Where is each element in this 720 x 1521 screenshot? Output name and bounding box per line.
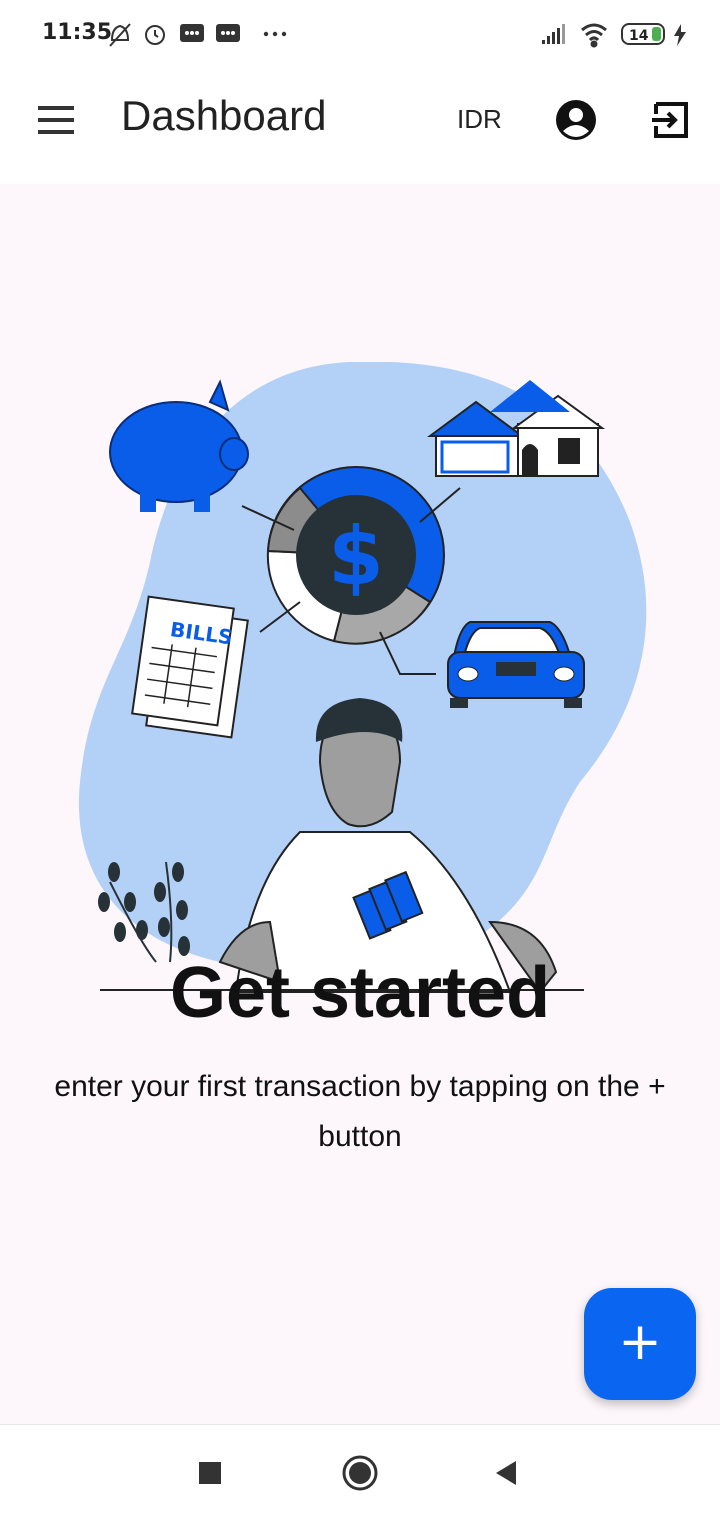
status-icons-left — [109, 23, 287, 47]
status-icons-right: 14 — [542, 20, 692, 50]
home-icon — [342, 1455, 378, 1491]
svg-text:$: $ — [328, 510, 384, 603]
message-icon — [180, 24, 204, 42]
message-icon — [216, 24, 240, 42]
system-nav-bar — [0, 1424, 720, 1521]
empty-state-subtext: enter your first transaction by tapping … — [54, 1070, 666, 1153]
signal-icon — [542, 24, 565, 44]
main-content: $ BILLS Get started enter your first tra… — [0, 184, 720, 1424]
back-button[interactable] — [482, 1449, 530, 1497]
alarm-icon — [145, 25, 165, 45]
account-circle-icon — [556, 100, 596, 140]
hamburger-menu-icon — [38, 106, 74, 134]
recent-apps-button[interactable] — [186, 1449, 234, 1497]
add-transaction-button[interactable]: + — [584, 1288, 696, 1400]
charging-icon — [674, 24, 686, 46]
menu-button[interactable] — [28, 92, 84, 148]
add-icon: + — [618, 1312, 662, 1372]
empty-state-illustration: $ BILLS — [78, 362, 647, 994]
bills-icon: BILLS — [131, 595, 249, 739]
battery-level: 14 — [629, 28, 649, 44]
page-title: Dashboard — [121, 92, 327, 139]
logout-button[interactable] — [648, 94, 696, 146]
app-bar: Dashboard IDR — [0, 70, 720, 184]
logout-icon — [652, 102, 688, 138]
currency-selector[interactable]: IDR — [457, 104, 502, 135]
status-time: 11:35 — [42, 20, 113, 45]
home-button[interactable] — [336, 1449, 384, 1497]
wifi-icon — [581, 23, 607, 48]
more-dots-icon — [263, 31, 287, 37]
status-bar: 11:35 14 — [0, 0, 720, 70]
account-button[interactable] — [550, 94, 602, 146]
empty-state-headline: Get started — [169, 953, 551, 1033]
back-icon — [496, 1461, 516, 1485]
silent-icon — [109, 23, 131, 47]
recent-apps-icon — [199, 1462, 221, 1484]
